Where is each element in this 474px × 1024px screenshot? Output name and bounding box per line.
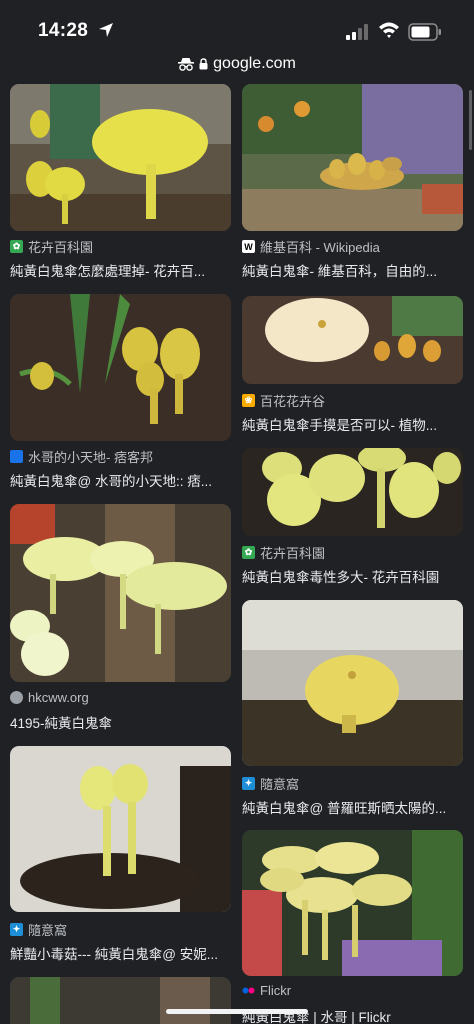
globe-icon (10, 691, 23, 704)
result-image[interactable] (10, 84, 231, 231)
result-card[interactable]: ❀ 百花花卉谷 純黃白鬼傘手摸是否可以- 植物... (242, 296, 463, 436)
result-card[interactable]: ✿ 花卉百科園 純黃白鬼傘毒性多大- 花卉百科園 (242, 448, 463, 588)
result-title[interactable]: 純黃白鬼傘手摸是否可以- 植物... (242, 414, 457, 434)
status-time: 14:28 (38, 20, 89, 41)
leaf-icon: ✿ (242, 546, 255, 559)
result-title[interactable]: 純黃白鬼傘怎麼處理掉- 花卉百... (10, 260, 225, 280)
wikipedia-icon: W (242, 240, 255, 253)
result-card[interactable]: Flickr 純黃白鬼傘 | 水哥 | Flickr (242, 830, 463, 1024)
cellular-signal-icon (346, 24, 368, 40)
pixnet-icon (10, 450, 23, 463)
lock-icon (199, 58, 208, 70)
result-title[interactable]: 純黃白鬼傘@ 水哥的小天地:: 痞... (10, 470, 225, 490)
home-indicator[interactable] (166, 1009, 308, 1014)
result-source: W 維基百科 - Wikipedia (242, 237, 380, 256)
url-bar[interactable]: google.com (0, 52, 474, 80)
xuite-icon: ✦ (242, 777, 255, 790)
result-title[interactable]: 純黃白鬼傘毒性多大- 花卉百科園 (242, 566, 457, 586)
result-source: Flickr (242, 983, 291, 998)
result-image[interactable] (10, 977, 231, 1024)
result-card[interactable]: ✦ 隨意窩 純黃白鬼傘@ 普羅旺斯晒太陽的... (242, 600, 463, 820)
result-card[interactable] (10, 977, 231, 1024)
result-image[interactable] (10, 294, 231, 441)
result-title[interactable]: 鮮豔小毒菇--- 純黃白鬼傘@ 安妮... (10, 943, 225, 963)
result-card[interactable]: 水哥的小天地- 痞客邦 純黃白鬼傘@ 水哥的小天地:: 痞... (10, 294, 231, 494)
result-source: ❀ 百花花卉谷 (242, 391, 325, 410)
result-image[interactable] (242, 296, 463, 384)
url-text[interactable]: google.com (213, 55, 296, 73)
result-image[interactable] (242, 830, 463, 976)
result-source: ✿ 花卉百科園 (242, 543, 325, 562)
result-image[interactable] (242, 448, 463, 536)
status-bar: 14:28 (0, 0, 474, 56)
result-source: 水哥的小天地- 痞客邦 (10, 447, 153, 466)
result-title[interactable]: 純黃白鬼傘@ 普羅旺斯晒太陽的... (242, 797, 457, 817)
result-title[interactable]: 純黃白鬼傘- 維基百科，自由的... (242, 260, 457, 280)
result-source: hkcww.org (10, 690, 89, 705)
xuite-icon: ✦ (10, 923, 23, 936)
result-image[interactable] (10, 504, 231, 682)
result-image[interactable] (242, 600, 463, 766)
scrollbar[interactable] (469, 90, 472, 150)
result-card[interactable]: hkcww.org 4195-純黃白鬼傘 (10, 504, 231, 734)
image-results-grid: ✿ 花卉百科園 純黃白鬼傘怎麼處理掉- 花卉百... 水哥的小天地- 痞客邦 純… (0, 84, 474, 1024)
location-arrow-icon (99, 23, 113, 37)
flower-icon: ❀ (242, 394, 255, 407)
result-card[interactable]: W 維基百科 - Wikipedia 純黃白鬼傘- 維基百科，自由的... (242, 84, 463, 284)
incognito-icon (178, 58, 195, 71)
result-image[interactable] (242, 84, 463, 231)
result-source: ✿ 花卉百科園 (10, 237, 93, 256)
leaf-icon: ✿ (10, 240, 23, 253)
result-source: ✦ 隨意窩 (10, 920, 67, 939)
battery-icon (408, 23, 441, 41)
result-title[interactable]: 4195-純黃白鬼傘 (10, 712, 225, 732)
result-source: ✦ 隨意窩 (242, 774, 299, 793)
flickr-icon (242, 984, 255, 997)
result-card[interactable]: ✦ 隨意窩 鮮豔小毒菇--- 純黃白鬼傘@ 安妮... (10, 746, 231, 966)
result-image[interactable] (10, 746, 231, 912)
result-card[interactable]: ✿ 花卉百科園 純黃白鬼傘怎麼處理掉- 花卉百... (10, 84, 231, 284)
wifi-icon (379, 22, 399, 38)
